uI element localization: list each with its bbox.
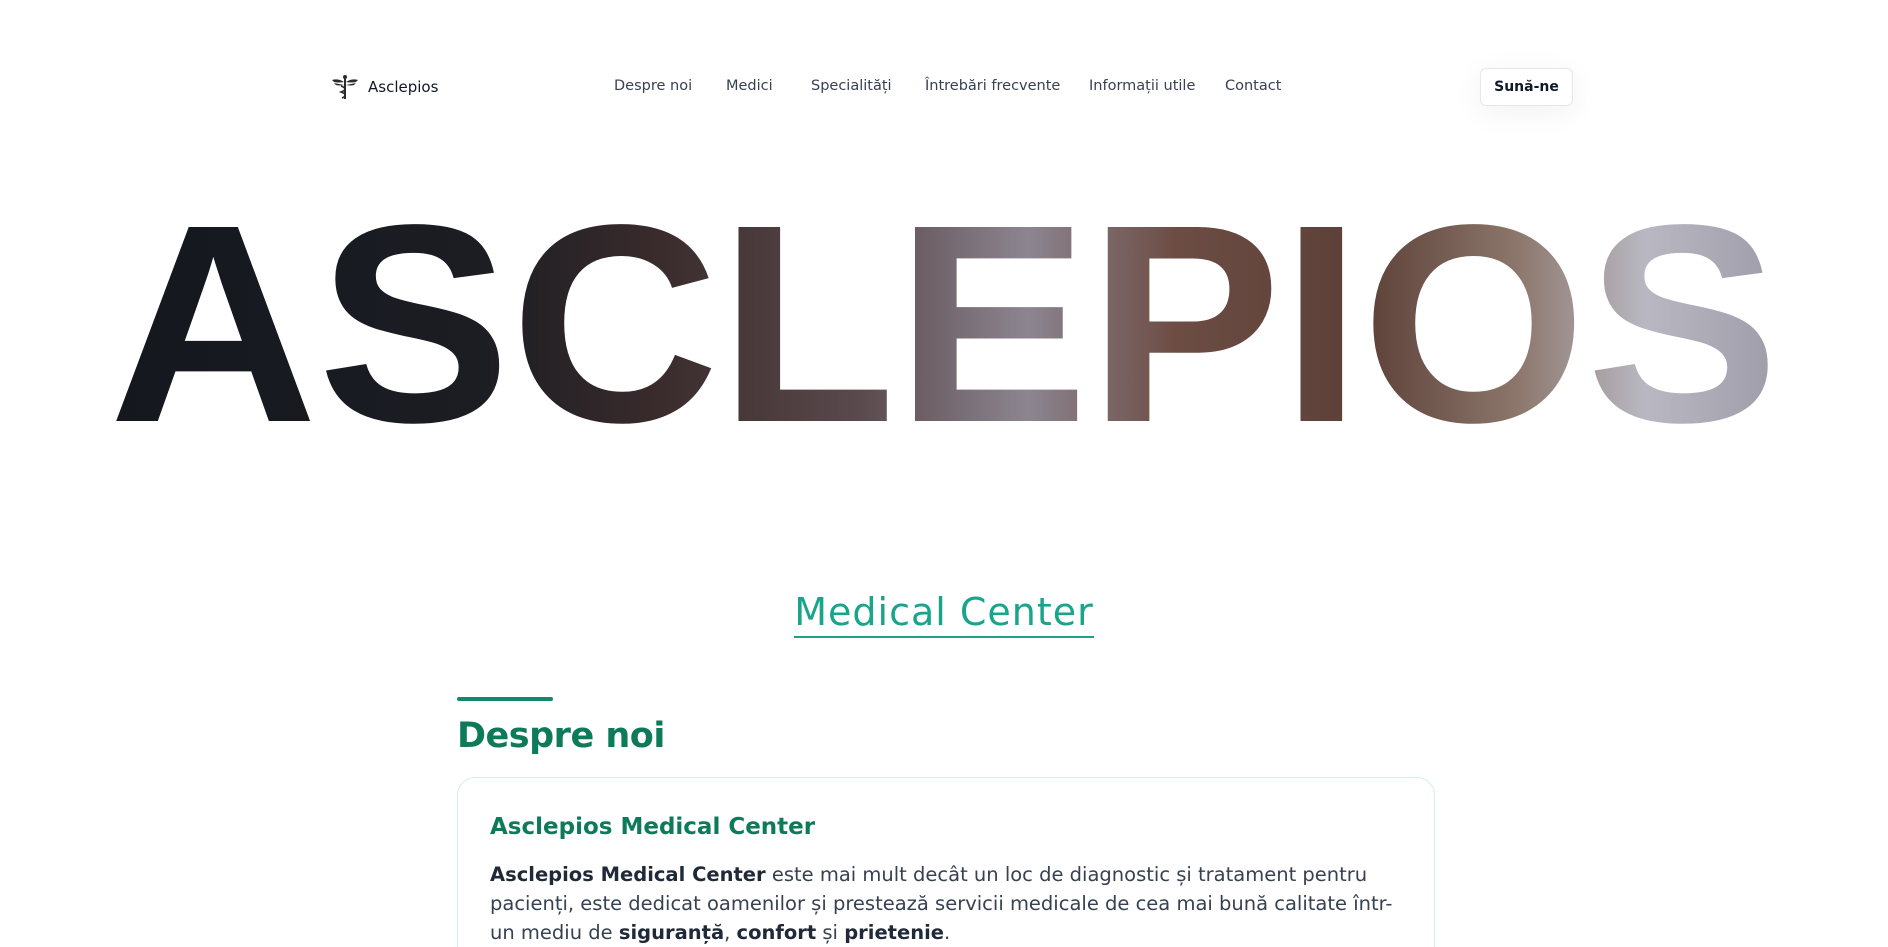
section-title-despre-noi: Despre noi [457,716,665,756]
section-accent-bar [457,697,553,701]
site-header: Asclepios Despre noi Medici Specialități… [0,0,1888,174]
medical-center-heading: Medical Center [0,590,1888,638]
nav-link-intrebari-frecvente[interactable]: Întrebări frecvente [925,78,1060,94]
about-text-part-4: . [944,921,951,944]
medical-center-link[interactable]: Medical Center [794,590,1094,638]
nav-link-specialitati[interactable]: Specialități [811,78,892,94]
about-bold-safety: siguranță [618,921,725,944]
about-card: Asclepios Medical Center Asclepios Medic… [457,777,1435,947]
call-us-button[interactable]: Sună-ne [1480,68,1573,106]
nav-link-informatii-utile[interactable]: Informații utile [1089,78,1195,94]
about-bold-name: Asclepios Medical Center [490,863,766,886]
about-text-part-3: și [816,921,845,944]
nav-link-despre-noi[interactable]: Despre noi [614,78,692,94]
about-card-text: Asclepios Medical Center este mai mult d… [490,860,1410,947]
about-bold-comfort: confort [736,921,817,944]
about-card-title: Asclepios Medical Center [490,814,816,840]
nav-link-contact[interactable]: Contact [1225,78,1281,94]
hero-word: ASCLEPIOS [109,190,1779,450]
main-nav: Despre noi Medici Specialități Întrebări… [0,78,1888,98]
nav-link-medici[interactable]: Medici [726,78,773,94]
hero-banner: ASCLEPIOS [0,190,1888,450]
hero-word-graphic: ASCLEPIOS [109,190,1779,450]
about-text-part-2: , [724,921,737,944]
about-bold-friendship: prietenie [844,921,945,944]
